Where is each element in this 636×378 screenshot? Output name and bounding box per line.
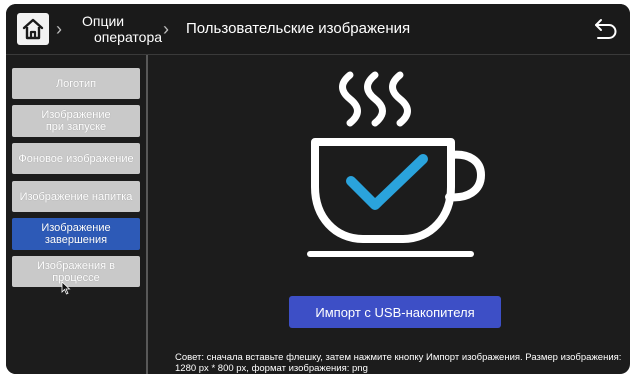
page-title: Пользовательские изображения — [186, 20, 411, 37]
sidebar-item-background-image[interactable]: Фоновое изображение — [12, 143, 140, 174]
tip-text: Совет: сначала вставьте флешку, затем на… — [175, 352, 622, 374]
undo-back-icon — [595, 19, 617, 39]
coffee-cup-checkmark-icon — [307, 71, 486, 257]
sidebar-item-startup-image[interactable]: Изображение при запуске — [12, 105, 140, 137]
sidebar-item-completion-image[interactable]: Изображение завершения — [12, 218, 140, 250]
breadcrumb-chevron-icon: › — [163, 19, 169, 39]
import-usb-button[interactable]: Импорт с USB-накопителя — [289, 296, 501, 328]
breadcrumb-label-line1: Опции — [82, 13, 125, 29]
breadcrumb-label-line2: оператора — [94, 29, 163, 45]
header-bar: › Опции оператора › Пользовательские изо… — [6, 4, 630, 55]
breadcrumb-chevron-icon: › — [56, 19, 62, 39]
sidebar-item-process-images[interactable]: Изображения в процессе — [12, 256, 140, 287]
sidebar: Логотип Изображение при запуске Фоновое … — [6, 55, 146, 374]
app-screen: › Опции оператора › Пользовательские изо… — [6, 4, 630, 374]
breadcrumb-operator-options[interactable]: Опции оператора — [76, 13, 163, 45]
sidebar-item-logo[interactable]: Логотип — [12, 68, 140, 99]
main-panel: Импорт с USB-накопителя Совет: сначала в… — [148, 55, 630, 374]
home-button[interactable] — [17, 13, 49, 45]
sidebar-item-drink-image[interactable]: Изображение напитка — [12, 181, 140, 212]
home-icon — [22, 18, 44, 40]
back-button[interactable] — [592, 16, 620, 42]
mouse-cursor-icon — [61, 281, 71, 295]
